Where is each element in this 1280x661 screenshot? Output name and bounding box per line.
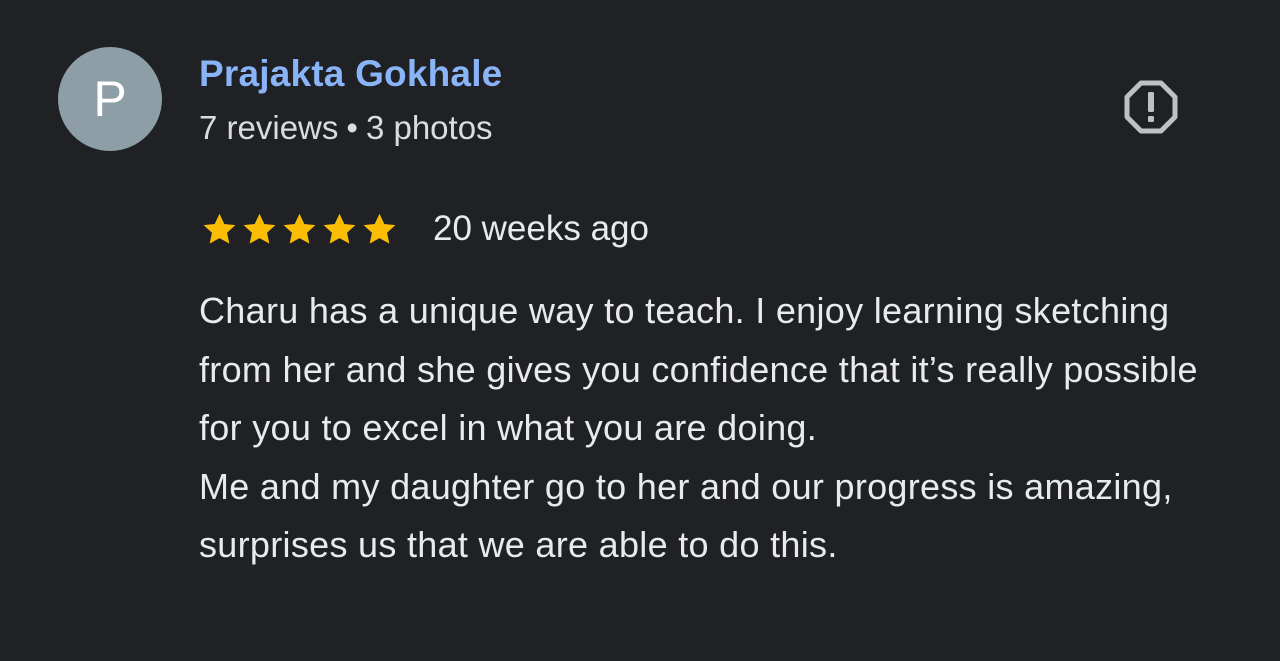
avatar-letter: P [93, 71, 127, 127]
photos-count: 3 photos [365, 109, 493, 146]
star-filled-icon [283, 213, 316, 244]
meta-separator: • [346, 109, 358, 146]
review-time: 20 weeks ago [433, 209, 649, 248]
review-card: P Prajakta Gokhale 7 reviews • 3 photos 20… [0, 0, 1280, 661]
star-filled-icon [363, 213, 396, 244]
star-filled-icon [323, 213, 356, 244]
reviewer-name-link[interactable]: Prajakta Gokhale [199, 50, 502, 98]
report-flag-icon [1124, 80, 1178, 134]
star-filled-icon [243, 213, 276, 244]
star-rating [201, 211, 398, 248]
review-paragraph: Me and my daughter go to her and our pro… [199, 465, 1173, 566]
report-review-button[interactable] [1120, 76, 1182, 138]
reviews-count: 7 reviews [199, 109, 339, 146]
review-paragraph: Charu has a unique way to teach. I enjoy… [199, 290, 1198, 448]
avatar[interactable]: P [58, 47, 162, 151]
review-text: Charu has a unique way to teach. I enjoy… [199, 282, 1239, 575]
reviewer-meta[interactable]: 7 reviews • 3 photos [199, 106, 493, 150]
rating-row: 20 weeks ago [201, 204, 649, 254]
star-filled-icon [203, 213, 236, 244]
